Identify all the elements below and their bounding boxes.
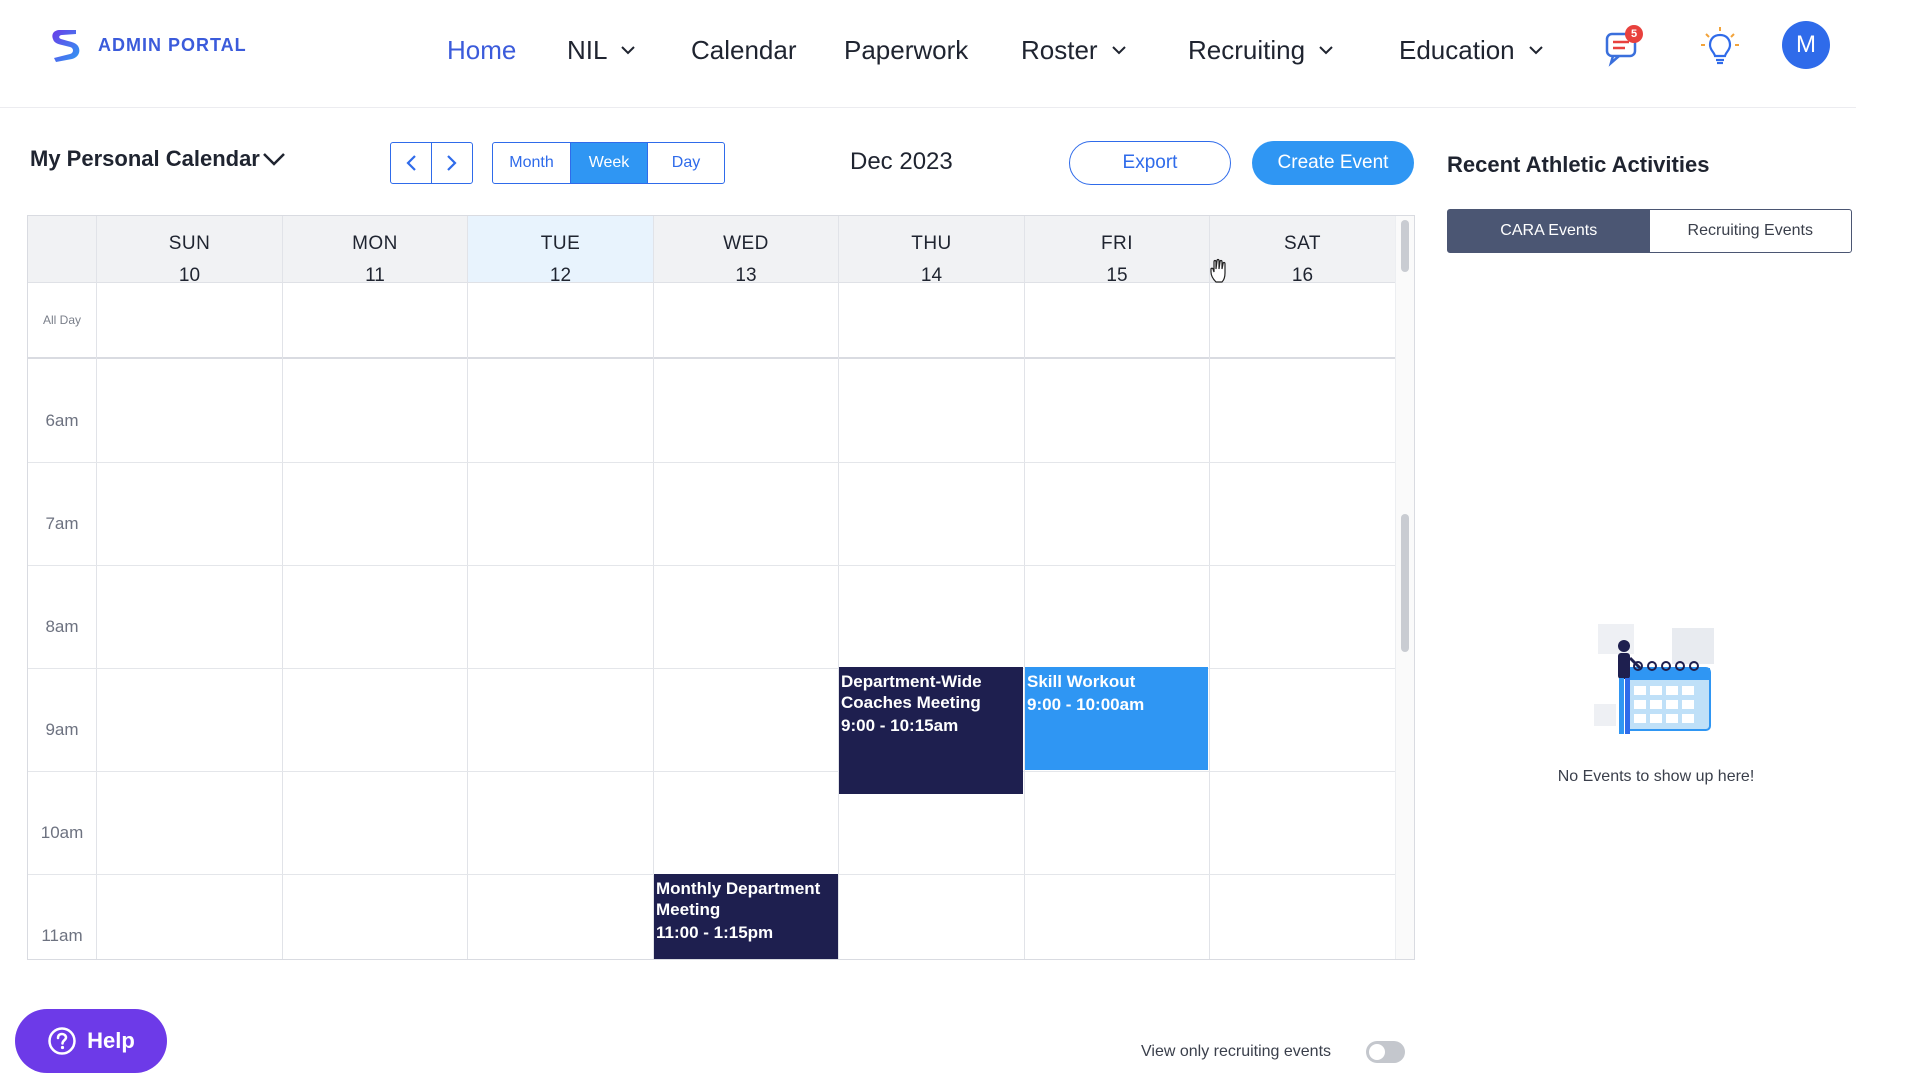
day-name: FRI	[1100, 233, 1134, 254]
day-header-mon[interactable]: MON 11	[282, 216, 467, 286]
hour-label: 7am	[45, 514, 79, 533]
grid-line	[1209, 283, 1210, 959]
nav-recruiting[interactable]: Recruiting	[1188, 30, 1333, 70]
day-header-fri[interactable]: FRI 15	[1024, 216, 1209, 286]
day-header-wed[interactable]: WED 13	[653, 216, 838, 286]
brand-name: ADMIN PORTAL	[98, 34, 247, 55]
chevron-down-icon	[1319, 45, 1333, 54]
day-header-tue[interactable]: TUE 12	[467, 216, 653, 286]
event-title: Department-Wide Coaches Meeting	[841, 672, 982, 712]
day-header-sat[interactable]: SAT 16	[1209, 216, 1395, 286]
chevron-down-icon	[262, 153, 285, 166]
all-day-row[interactable]	[28, 283, 1395, 359]
all-day-label: All Day	[43, 313, 82, 327]
nav-home[interactable]: Home	[447, 30, 516, 70]
grid-line	[96, 283, 97, 959]
user-avatar[interactable]: M	[1782, 21, 1830, 69]
toggle-knob	[1369, 1044, 1385, 1060]
chevron-left-icon	[406, 155, 416, 171]
nav-label: Roster	[1021, 34, 1098, 65]
panel-title: Recent Athletic Activities	[1447, 152, 1710, 177]
event-time: 11:00 - 1:15pm	[656, 923, 774, 942]
day-name: SAT	[1283, 233, 1322, 254]
create-event-button[interactable]: Create Event	[1252, 141, 1414, 185]
export-button[interactable]: Export	[1069, 141, 1231, 185]
tab-recruiting-events[interactable]: Recruiting Events	[1650, 210, 1852, 252]
chevron-down-icon	[1528, 45, 1543, 54]
week-calendar: SUN 10 MON 11 TUE 12 WED 13 THU 14 FRI 1…	[27, 215, 1415, 960]
event-skill-workout[interactable]: Skill Workout 9:00 - 10:00am	[1025, 667, 1208, 770]
hand-cursor-icon	[1210, 258, 1226, 283]
event-coaches-meeting[interactable]: Department-Wide Coaches Meeting 9:00 - 1…	[839, 667, 1023, 794]
grid-line	[28, 462, 1395, 463]
grid-line	[653, 283, 654, 959]
view-switcher: Month Week Day	[492, 142, 725, 184]
grid-line	[282, 283, 283, 959]
grid-line	[467, 283, 468, 959]
brand-logo[interactable]: ADMIN PORTAL	[48, 26, 247, 64]
grid-line	[838, 283, 839, 959]
view-week-button[interactable]: Week	[570, 143, 647, 183]
header-scrollbar-thumb[interactable]	[1401, 220, 1409, 272]
grid-line	[1024, 283, 1025, 959]
calendar-selector[interactable]: My Personal Calendar	[30, 146, 286, 172]
chevron-right-icon	[447, 155, 457, 171]
event-title: Skill Workout	[1027, 672, 1136, 691]
nav-calendar[interactable]: Calendar	[691, 30, 797, 70]
nav-roster[interactable]: Roster	[1021, 30, 1126, 70]
hour-label: 10am	[40, 823, 84, 842]
previous-period-button[interactable]	[391, 143, 431, 183]
nav-label: NIL	[567, 34, 608, 65]
nav-education[interactable]: Education	[1399, 30, 1543, 70]
recruiting-filter-label: View only recruiting events	[1141, 1043, 1332, 1060]
calendar-corner	[28, 216, 96, 283]
event-time: 9:00 - 10:00am	[1027, 695, 1145, 714]
day-name: THU	[911, 233, 952, 254]
hour-label: 8am	[45, 617, 79, 636]
day-header-sun[interactable]: SUN 10	[96, 216, 282, 286]
top-navigation-bar: ADMIN PORTAL Home NIL Calendar Paperwork…	[0, 0, 1856, 108]
chevron-down-icon	[621, 45, 636, 54]
calendar-scrollbar-thumb[interactable]	[1401, 514, 1409, 652]
day-name: TUE	[540, 233, 581, 254]
event-monthly-department-meeting[interactable]: Monthly Department Meeting 11:00 - 1:15p…	[654, 874, 838, 959]
tab-cara-events[interactable]: CARA Events	[1448, 210, 1650, 252]
question-circle-icon	[48, 1027, 76, 1055]
nav-label: Calendar	[691, 34, 797, 65]
day-header-thu[interactable]: THU 14	[838, 216, 1024, 286]
day-name: WED	[723, 233, 769, 254]
event-title: Monthly Department Meeting	[656, 879, 821, 919]
view-day-button[interactable]: Day	[647, 143, 724, 183]
help-label: Help	[87, 1028, 135, 1053]
hour-label: 11am	[41, 926, 83, 945]
event-time: 9:00 - 10:15am	[841, 716, 959, 735]
grid-line	[28, 565, 1395, 566]
empty-state-message: No Events to show up here!	[1557, 768, 1755, 785]
calendar-selector-label: My Personal Calendar	[30, 146, 260, 171]
current-period-label: Dec 2023	[850, 148, 953, 175]
recruiting-filter-toggle[interactable]	[1366, 1041, 1405, 1063]
nav-nil[interactable]: NIL	[567, 30, 636, 70]
next-period-button[interactable]	[431, 143, 472, 183]
nav-label: Paperwork	[844, 34, 969, 65]
view-month-button[interactable]: Month	[493, 143, 570, 183]
nav-label: Education	[1399, 34, 1515, 65]
day-name: SUN	[168, 233, 211, 254]
nav-paperwork[interactable]: Paperwork	[844, 30, 968, 70]
nav-label: Home	[447, 34, 517, 65]
notification-badge: 5	[1625, 25, 1643, 43]
period-navigation	[390, 142, 473, 184]
chevron-down-icon	[1111, 45, 1126, 54]
nav-label: Recruiting	[1188, 34, 1306, 65]
hour-label: 6am	[45, 411, 79, 430]
activity-tabs: CARA Events Recruiting Events	[1447, 209, 1852, 253]
logo-icon	[52, 30, 80, 62]
lightbulb-icon[interactable]	[1699, 26, 1741, 68]
hour-label: 9am	[45, 720, 79, 739]
day-name: MON	[352, 233, 398, 254]
grid-line	[28, 771, 1395, 772]
empty-calendar-illustration	[1594, 624, 1714, 734]
help-button[interactable]: Help	[15, 1009, 167, 1073]
